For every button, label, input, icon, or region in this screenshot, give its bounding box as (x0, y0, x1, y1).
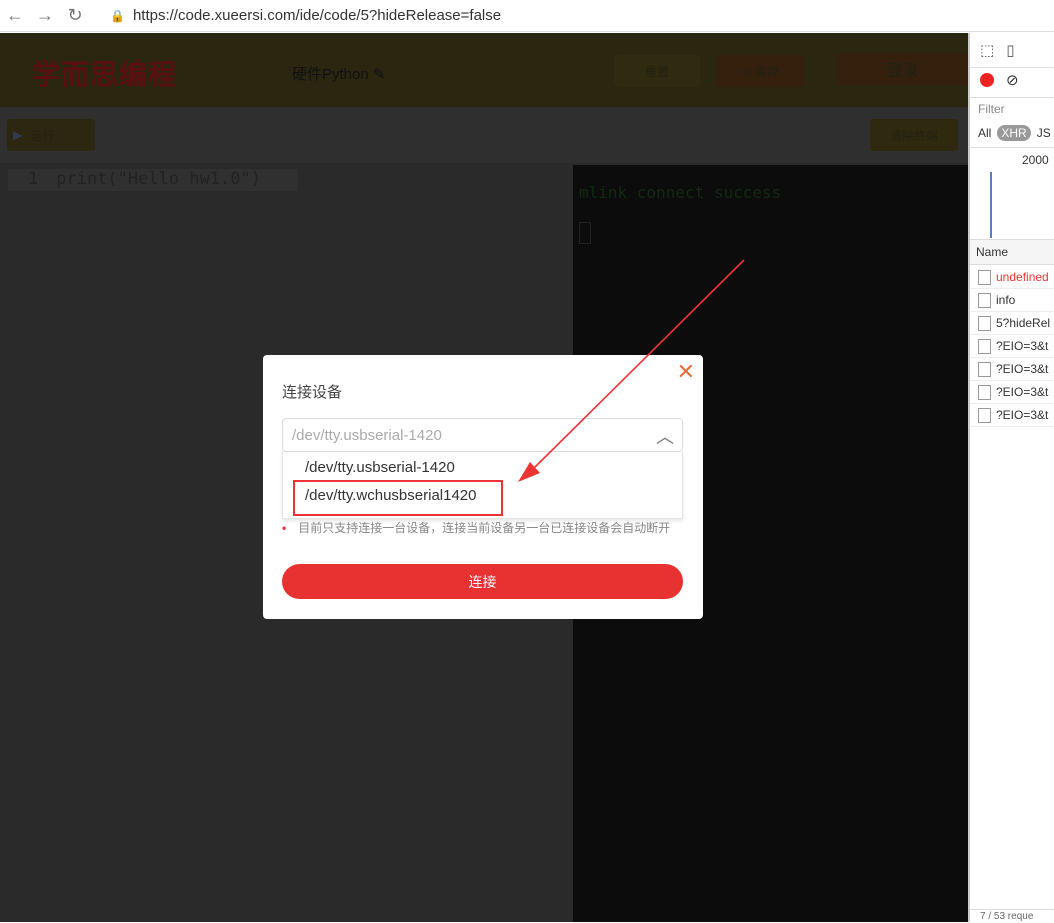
inspect-icon[interactable]: ⬚ (980, 41, 994, 59)
connect-button[interactable]: 连接 (282, 564, 683, 599)
chevron-up-icon: ︿ (656, 427, 674, 447)
request-row[interactable]: ?EIO=3&t (970, 335, 1054, 358)
timeline[interactable]: 2000 (970, 147, 1054, 238)
run-button[interactable]: ▶ 运行 (7, 119, 95, 151)
request-row[interactable]: info (970, 289, 1054, 312)
filter-js[interactable]: JS (1037, 126, 1051, 140)
name-column-header[interactable]: Name (970, 239, 1054, 265)
logo: 学而思编程 (32, 59, 178, 90)
device-select[interactable]: /dev/tty.usbserial-1420 ︿ (282, 418, 683, 452)
request-row[interactable]: ?EIO=3&t (970, 404, 1054, 427)
reset-button[interactable]: 重置 (614, 55, 700, 87)
terminal-cursor (579, 222, 591, 244)
file-icon (978, 292, 991, 308)
forward-icon[interactable]: → (30, 5, 60, 26)
device-toolbar-icon[interactable]: ▯ (1006, 41, 1014, 59)
highlight-box (293, 480, 503, 516)
clear-terminal-button[interactable]: 清除终端 (870, 119, 958, 151)
record-icon[interactable] (980, 72, 994, 87)
reload-icon[interactable]: ↻ (60, 5, 90, 26)
pencil-icon[interactable]: ✎ (373, 66, 386, 83)
file-icon (978, 384, 991, 400)
browser-toolbar: ← → ↻ 🔒 https://code.xueersi.com/ide/code… (0, 0, 1054, 32)
request-row[interactable]: undefined (970, 266, 1054, 289)
header: 学而思编程 硬件Python ✎ 重置 ▭ 保存 登录 (0, 33, 968, 107)
login-button[interactable]: 登录 (837, 53, 968, 85)
save-button[interactable]: ▭ 保存 (716, 55, 804, 87)
request-count: 7 / 53 reque (970, 909, 1054, 923)
save-icon: ▭ (740, 64, 756, 78)
address-bar[interactable]: 🔒 https://code.xueersi.com/ide/code/5?hid… (110, 7, 501, 24)
file-icon (978, 338, 991, 354)
devtools-panel: ⬚ ▯ ⊘ Filter All XHR JS 2000 Name undefin… (968, 33, 1054, 922)
dialog-title: 连接设备 (282, 384, 343, 401)
lock-icon: 🔒 (110, 8, 125, 23)
request-row[interactable]: ?EIO=3&t (970, 381, 1054, 404)
device-option[interactable]: /dev/tty.usbserial-1420 (305, 459, 455, 476)
close-icon[interactable]: ✕ (677, 359, 695, 385)
request-row[interactable]: 5?hideRel (970, 312, 1054, 335)
project-title[interactable]: 硬件Python ✎ (292, 63, 385, 84)
request-row[interactable]: ?EIO=3&t (970, 358, 1054, 381)
file-icon (978, 315, 991, 331)
toolbar: ▶ 运行 清除终端 (0, 107, 968, 163)
code-line: 1 print("Hello hw1.0") (8, 169, 298, 191)
back-icon[interactable]: ← (0, 5, 30, 26)
warning-text: • 目前只支持连接一台设备，连接当前设备另一台已连接设备会自动断开 (282, 521, 671, 535)
filter-all[interactable]: All (978, 126, 991, 140)
file-icon (978, 361, 991, 377)
play-icon: ▶ (13, 128, 23, 142)
terminal-output: mlink connect success (579, 183, 782, 202)
file-icon (978, 407, 991, 423)
filter-xhr[interactable]: XHR (997, 125, 1031, 141)
file-icon (978, 269, 991, 285)
clear-icon[interactable]: ⊘ (1006, 71, 1019, 89)
filter-input[interactable]: Filter (970, 97, 1054, 119)
